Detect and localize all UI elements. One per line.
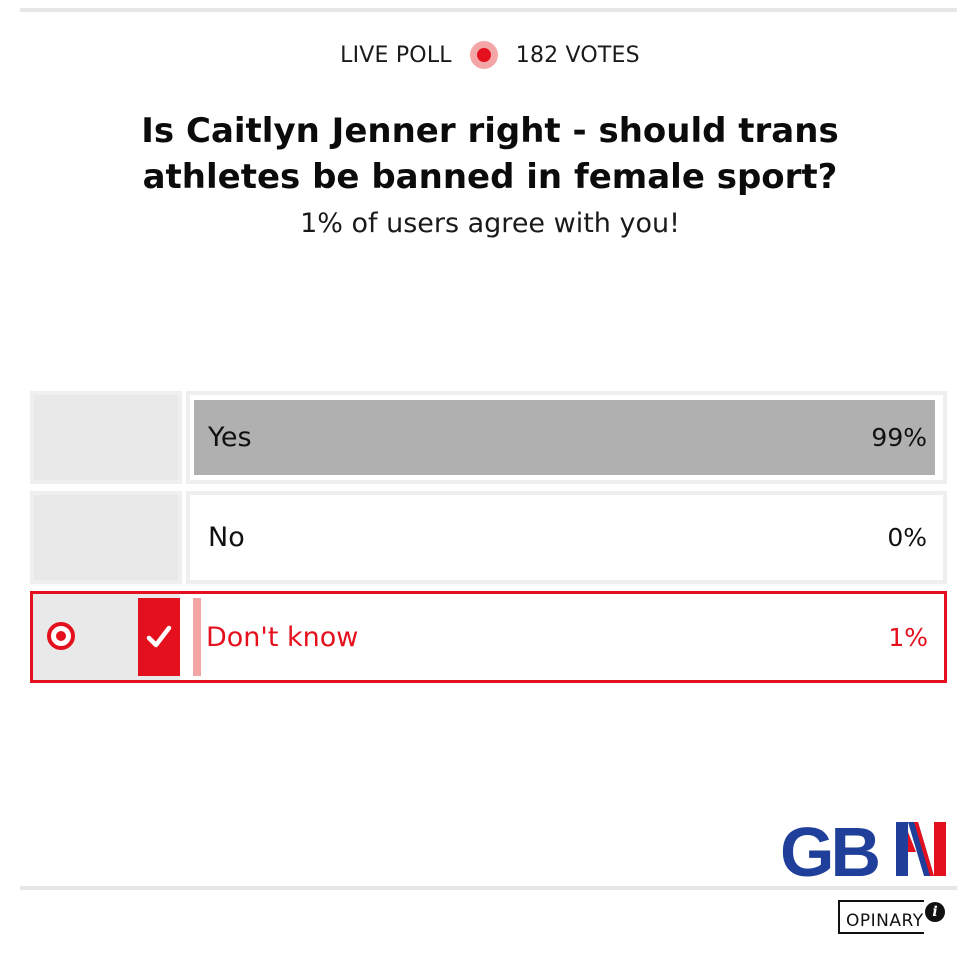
result-bar bbox=[193, 598, 201, 676]
poll-question: Is Caitlyn Jenner right - should trans a… bbox=[141, 111, 839, 197]
target-icon bbox=[47, 622, 75, 650]
live-poll-label: LIVE POLL bbox=[340, 42, 452, 68]
svg-text:GB: GB bbox=[780, 816, 878, 880]
option-select-area[interactable] bbox=[33, 594, 184, 680]
agreement-result: 1% of users agree with you! bbox=[300, 208, 680, 239]
option-result-area[interactable]: Yes 99% bbox=[186, 391, 947, 484]
poll-options: Yes 99% No 0% Don't know 1% bbox=[30, 391, 947, 690]
info-icon[interactable]: i bbox=[925, 902, 945, 922]
result-bar bbox=[194, 400, 935, 475]
option-result-area[interactable]: No 0% bbox=[186, 491, 947, 584]
option-percent: 99% bbox=[871, 423, 927, 452]
option-select-area[interactable] bbox=[30, 391, 182, 484]
top-divider bbox=[20, 8, 957, 12]
option-percent: 1% bbox=[888, 622, 928, 652]
option-result-area[interactable]: Don't know 1% bbox=[184, 594, 944, 680]
opinary-label: OPINARY bbox=[846, 911, 924, 931]
option-label: Yes bbox=[208, 422, 252, 453]
votes-count: 182 VOTES bbox=[515, 42, 640, 68]
gbn-logo: GB bbox=[780, 813, 948, 891]
live-indicator-icon bbox=[469, 41, 498, 69]
option-label: Don't know bbox=[206, 621, 359, 653]
option-label: No bbox=[208, 522, 245, 553]
poll-option-no[interactable]: No 0% bbox=[30, 491, 947, 584]
poll-option-dont-know[interactable]: Don't know 1% bbox=[30, 591, 947, 683]
opinary-logo: OPINARY bbox=[838, 900, 924, 934]
checkmark-icon bbox=[138, 598, 180, 676]
option-percent: 0% bbox=[887, 523, 927, 552]
bottom-divider bbox=[20, 886, 957, 890]
poll-option-yes[interactable]: Yes 99% bbox=[30, 391, 947, 484]
option-select-area[interactable] bbox=[30, 491, 182, 584]
poll-header: LIVE POLL 182 VOTES bbox=[0, 40, 980, 70]
opinary-branding[interactable]: OPINARY bbox=[838, 900, 924, 934]
